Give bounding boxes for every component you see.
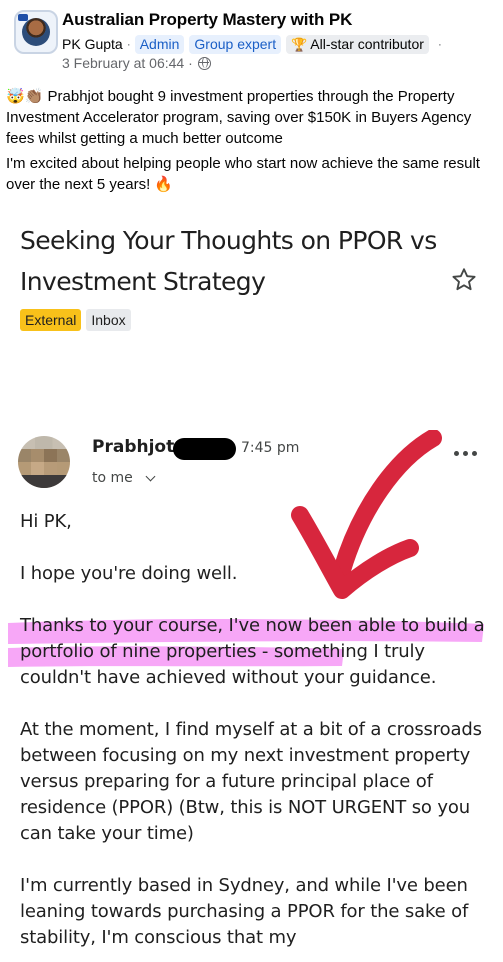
separator-dot: ·	[126, 37, 131, 51]
email-body: Hi PK, I hope you're doing well. Thanks …	[20, 509, 490, 962]
star-icon[interactable]	[450, 266, 478, 294]
group-expert-badge: Group expert	[189, 34, 282, 54]
mind-blown-clap-emoji: 🤯👏🏽	[6, 88, 44, 105]
sender-avatar	[18, 436, 70, 488]
recipient-toggle[interactable]: to me	[92, 470, 156, 486]
avatar-pixel	[18, 475, 70, 488]
group-name[interactable]: Australian Property Mastery with PK	[62, 10, 352, 30]
group-avatar-photo	[22, 18, 50, 46]
chevron-down-icon	[145, 471, 156, 481]
recipient-label: to me	[92, 470, 133, 486]
inbox-label[interactable]: Inbox	[86, 309, 131, 331]
post-date-row: 3 February at 06:44 ·	[62, 55, 211, 71]
more-dot	[454, 451, 459, 456]
more-dot	[472, 451, 477, 456]
post-paragraph-1-text: Prabhjot bought 9 investment properties …	[6, 88, 472, 147]
admin-badge: Admin	[134, 34, 185, 54]
post-date[interactable]: 3 February at 06:44 ·	[62, 55, 193, 71]
all-star-label: All-star contributor	[310, 35, 424, 52]
post-paragraph-2-text: I'm excited about helping people who sta…	[6, 155, 480, 193]
trailing-separator-dot: ·	[437, 37, 442, 51]
more-options-icon[interactable]	[454, 451, 480, 457]
author-name[interactable]: PK Gupta	[62, 36, 123, 52]
avatar-pixel	[44, 462, 57, 475]
highlighted-text-a: Thanks to your course, I've now been abl…	[20, 615, 419, 636]
post-paragraph-2: I'm excited about helping people who sta…	[6, 153, 498, 195]
author-meta-row: PK Gupta · Admin Group expert 🏆 All-star …	[62, 34, 446, 54]
email-line-1: I hope you're doing well.	[20, 563, 238, 584]
trophy-icon: 🏆	[291, 36, 308, 52]
redacted-surname	[173, 438, 236, 460]
post-text: 🤯👏🏽 Prabhjot bought 9 investment propert…	[6, 86, 498, 199]
post-paragraph-1: 🤯👏🏽 Prabhjot bought 9 investment propert…	[6, 86, 498, 149]
email-line-2: Thanks to your course, I've now been abl…	[20, 613, 490, 691]
email-labels: External Inbox	[20, 309, 131, 331]
email-greeting: Hi PK,	[20, 511, 72, 532]
email-line-4: I'm currently based in Sydney, and while…	[20, 875, 469, 948]
globe-icon	[197, 56, 211, 70]
post-header: Australian Property Mastery with PK PK G…	[0, 0, 503, 78]
email-line-3: At the moment, I find myself at a bit of…	[20, 719, 482, 844]
avatar-pixel	[31, 449, 44, 462]
email-subject: Seeking Your Thoughts on PPOR vs Investm…	[20, 226, 437, 296]
email-time: 7:45 pm	[241, 440, 300, 456]
more-dot	[463, 451, 468, 456]
sender-name: Prabhjot	[92, 437, 175, 457]
avatar-pixel	[31, 462, 44, 475]
avatar-pixel	[44, 449, 57, 462]
external-label: External	[20, 309, 82, 331]
group-avatar[interactable]	[14, 10, 58, 54]
fire-emoji: 🔥	[154, 176, 174, 193]
group-avatar-badge	[18, 14, 28, 21]
all-star-badge: 🏆 All-star contributor	[286, 34, 429, 54]
